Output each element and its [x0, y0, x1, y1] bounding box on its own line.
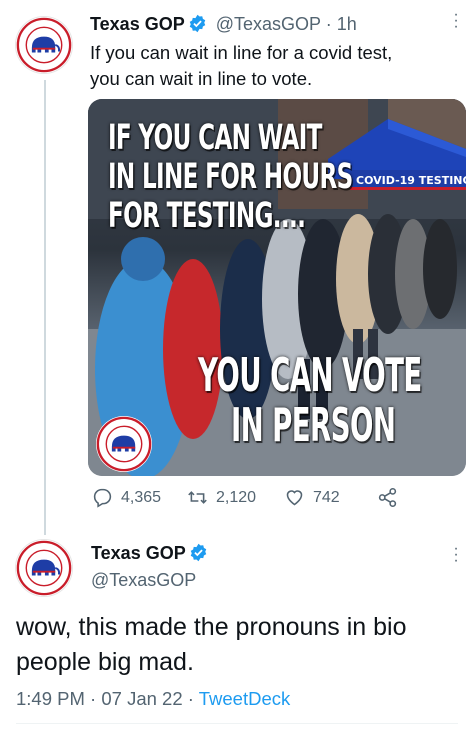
caption-line: YOU CAN VOTE: [198, 348, 422, 402]
retweet-icon: [188, 491, 207, 504]
party-seal-icon: [96, 416, 152, 472]
tweet-text: If you can wait in line for a covid test…: [90, 40, 460, 92]
thread-connector-line: [44, 80, 46, 535]
tweet-header: Texas GOP @TexasGOP · 1h: [90, 14, 357, 35]
author-handle[interactable]: @TexasGOP: [216, 14, 321, 34]
share-button[interactable]: [377, 487, 406, 508]
heart-icon: [286, 490, 303, 506]
meta-separator: ·: [90, 688, 97, 709]
like-count: 742: [313, 488, 340, 506]
author-handle[interactable]: @TexasGOP: [91, 570, 196, 591]
verified-badge-icon: [188, 14, 207, 33]
tweet-time[interactable]: 1h: [337, 14, 357, 34]
caption-line: IN LINE FOR HOURS: [108, 157, 353, 197]
party-seal-icon: [16, 540, 72, 596]
tweet-text-line: you can wait in line to vote.: [90, 68, 313, 89]
tweet-time[interactable]: 1:49 PM: [16, 688, 85, 709]
meta-separator: ·: [325, 14, 332, 34]
image-caption-bottom: YOU CAN VOTE IN PERSON: [198, 352, 422, 452]
verified-badge-icon: [189, 543, 208, 562]
caption-line: IN PERSON: [231, 398, 396, 452]
tweet-actions: 4,365 2,120 742: [92, 487, 422, 509]
tweet-text-line: If you can wait in line for a covid test…: [90, 42, 393, 63]
party-seal-icon: [16, 17, 72, 73]
reply-button[interactable]: 4,365: [92, 487, 161, 508]
tweet-date[interactable]: 07 Jan 22: [101, 688, 182, 709]
testing-sign: COVID-19 TESTING: [350, 170, 466, 190]
more-options-icon[interactable]: · · ·: [451, 541, 461, 569]
caption-line: IF YOU CAN WAIT: [108, 118, 322, 158]
author-name[interactable]: Texas GOP: [91, 543, 186, 563]
divider: [16, 723, 458, 724]
tweet-timestamp-row: 1:49 PM · 07 Jan 22 · TweetDeck: [16, 688, 290, 710]
caption-line: FOR TESTING....: [108, 196, 306, 236]
author-name-row: Texas GOP: [91, 543, 208, 564]
reply-count: 4,365: [121, 488, 162, 506]
retweet-button[interactable]: 2,120: [187, 487, 256, 508]
author-name[interactable]: Texas GOP: [90, 14, 185, 34]
image-caption-top: IF YOU CAN WAIT IN LINE FOR HOURS FOR TE…: [108, 121, 353, 238]
more-options-icon[interactable]: · · ·: [451, 7, 461, 35]
meta-separator: ·: [187, 688, 194, 709]
retweet-count: 2,120: [216, 488, 257, 506]
tweet-text: wow, this made the pronouns in bio peopl…: [16, 613, 407, 676]
reply-icon: [93, 488, 112, 508]
like-button[interactable]: 742: [284, 487, 340, 508]
avatar[interactable]: [15, 539, 73, 597]
share-icon: [378, 487, 397, 508]
tweet-image[interactable]: COVID-19 TESTING IF YOU CAN WAIT IN LINE…: [88, 99, 466, 476]
tweet-source-link[interactable]: TweetDeck: [199, 688, 291, 709]
avatar[interactable]: [15, 16, 73, 74]
